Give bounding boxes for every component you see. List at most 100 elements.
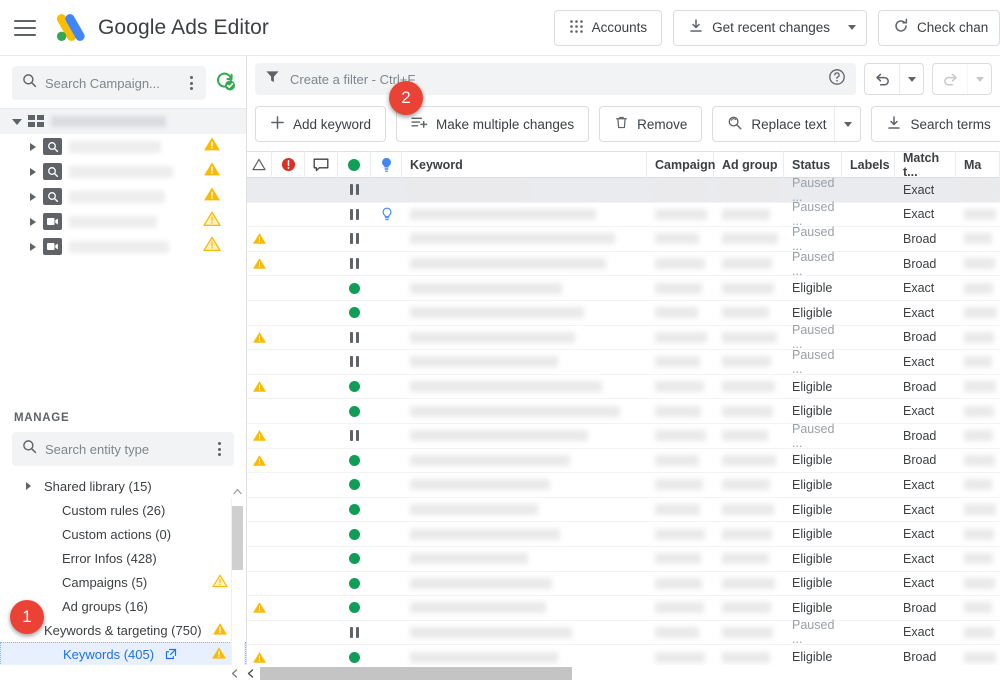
chevron-right-icon[interactable] [30,218,36,226]
column-header-match-type[interactable]: Match t... [895,151,956,178]
column-header-status[interactable]: Status [784,151,842,178]
table-row[interactable]: EligibleBroad [247,449,1000,474]
green-circle-icon[interactable] [338,151,371,178]
chevron-right-icon[interactable] [26,482,38,490]
hamburger-icon[interactable] [14,20,36,36]
table-row[interactable]: EligibleExact [247,498,1000,523]
table-row[interactable]: Paused ...Exact [247,350,1000,375]
scroll-up-arrow-icon[interactable] [231,484,244,498]
table-header-row: Keyword Campaign Ad group Status Labels … [247,151,1000,178]
table-row[interactable]: EligibleBroad [247,645,1000,665]
table-row[interactable]: EligibleExact [247,547,1000,572]
row-status-paused-icon [338,423,371,448]
entity-search-kebab-menu-icon[interactable] [210,442,228,456]
table-row[interactable]: EligibleBroad [247,596,1000,621]
campaign-search-input[interactable]: Search Campaign... [12,66,206,100]
column-header-campaign[interactable]: Campaign [647,151,714,178]
max-cpc-cell-redacted [964,381,996,392]
row-warning-cell [247,596,272,621]
table-row[interactable]: EligibleExact [247,473,1000,498]
scroll-left-arrow-2-icon[interactable] [242,665,258,681]
manage-scroll-thumb[interactable] [232,506,243,570]
comment-icon[interactable] [305,151,338,178]
entity-item-shared-library-15[interactable]: Shared library (15) [0,474,246,498]
horizontal-scroll-thumb[interactable] [260,667,572,680]
row-comment-cell [305,276,338,301]
column-header-keyword[interactable]: Keyword [402,151,647,178]
undo-button[interactable] [864,63,924,95]
table-row[interactable]: Paused ...Broad [247,227,1000,252]
accounts-button[interactable]: Accounts [554,10,663,46]
table-row[interactable]: EligibleExact [247,301,1000,326]
ad-group-cell [714,300,784,325]
chevron-right-icon[interactable] [30,168,36,176]
match-type-cell: Broad [895,423,956,448]
labels-cell [842,645,895,665]
table-row[interactable]: EligibleExact [247,572,1000,597]
table-row[interactable]: EligibleExact [247,399,1000,424]
campaign-cell-redacted [655,430,706,441]
external-link-icon[interactable] [165,648,177,660]
make-multiple-changes-button[interactable]: Make multiple changes [396,106,589,142]
replace-text-button[interactable]: Replace text [712,106,861,142]
undo-dropdown[interactable] [899,64,923,94]
campaign-tree-item[interactable] [0,209,246,234]
table-row[interactable]: Paused ...Exact [247,178,1000,203]
entity-item-keywords-405[interactable]: Keywords (405) [0,642,246,666]
entity-item-custom-rules-26[interactable]: Custom rules (26) [0,498,246,522]
table-row[interactable]: Paused ...Exact [247,621,1000,646]
warning-triangle-outline-icon[interactable] [247,151,272,178]
column-header-ad-group[interactable]: Ad group [714,151,784,178]
campaign-tree-item[interactable] [0,184,246,209]
remove-button[interactable]: Remove [599,106,702,142]
account-tree-root[interactable] [0,108,246,134]
get-recent-changes-button[interactable]: Get recent changes [673,10,867,46]
entity-type-search-input[interactable]: Search entity type [12,432,234,466]
manage-section: MANAGE Search entity type Shared library… [0,404,246,681]
table-row[interactable]: Paused ...Broad [247,252,1000,277]
entity-item-campaigns-5[interactable]: Campaigns (5) [0,570,246,594]
replace-text-dropdown[interactable] [834,107,860,141]
campaign-tree-item[interactable] [0,134,246,159]
redo-icon[interactable] [933,64,967,94]
table-row[interactable]: Paused ...Broad [247,326,1000,351]
horizontal-scrollbar[interactable] [0,665,1000,681]
redo-dropdown[interactable] [967,64,991,94]
table-row[interactable]: EligibleBroad [247,375,1000,400]
max-cpc-cell [956,645,1000,665]
redo-button[interactable] [932,63,992,95]
row-idea-cell [371,423,402,448]
chevron-right-icon[interactable] [30,243,36,251]
lightbulb-icon[interactable] [371,151,402,178]
chevron-down-icon[interactable] [12,119,22,125]
get-recent-changes-dropdown[interactable] [838,11,866,45]
max-cpc-cell-redacted [964,553,993,564]
row-status-active-icon [338,546,371,571]
campaign-tree-item[interactable] [0,159,246,184]
column-header-max-cpc[interactable]: Ma [956,151,1000,178]
sync-success-icon[interactable] [214,70,236,97]
ad-group-cell [714,276,784,301]
table-row[interactable]: EligibleExact [247,522,1000,547]
error-circle-icon[interactable] [272,151,305,178]
entity-item-error-infos-428[interactable]: Error Infos (428) [0,546,246,570]
manage-scrollbar[interactable] [231,484,244,681]
campaign-tree-item[interactable] [0,234,246,259]
campaign-search-kebab-menu-icon[interactable] [182,76,200,90]
entity-item-custom-actions-0[interactable]: Custom actions (0) [0,522,246,546]
filter-input[interactable]: Create a filter - Ctrl+F [255,63,856,95]
scroll-left-arrow-icon[interactable] [226,665,242,681]
table-row[interactable]: Paused ...Exact [247,203,1000,228]
check-changes-button[interactable]: Check chan [878,10,1000,46]
undo-icon[interactable] [865,64,899,94]
help-circle-icon[interactable] [828,68,846,91]
add-keyword-button[interactable]: Add keyword [255,106,386,142]
search-terms-button[interactable]: Search terms [871,106,1000,142]
table-row[interactable]: EligibleExact [247,276,1000,301]
chevron-right-icon[interactable] [30,143,36,151]
column-header-labels[interactable]: Labels [842,151,895,178]
row-warning-cell [247,620,272,645]
status-cell: Paused ... [784,227,842,252]
table-row[interactable]: Paused ...Broad [247,424,1000,449]
chevron-right-icon[interactable] [30,193,36,201]
